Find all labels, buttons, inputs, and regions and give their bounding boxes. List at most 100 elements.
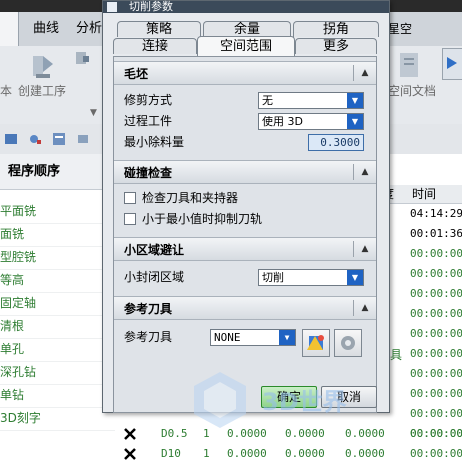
nav-item[interactable]: 等高 — [0, 269, 115, 293]
ref-tool-select[interactable]: NONE ▼ — [210, 329, 296, 346]
toolbar-icon-3[interactable] — [52, 132, 66, 146]
ipw-select[interactable]: 使用 3D ▼ — [258, 113, 364, 130]
nav-item[interactable]: 面铣 — [0, 223, 115, 247]
operation-navigator-header: 程序顺序 — [0, 154, 115, 190]
tab-containment[interactable]: 空间范围 — [197, 36, 295, 56]
create-operation-icon[interactable] — [30, 52, 56, 80]
trim-label: 修剪方式 — [124, 93, 173, 107]
time-cell: 00:00:00 — [410, 407, 462, 420]
value-2: 0.0000 — [285, 427, 325, 440]
watermark-logo — [190, 370, 250, 430]
section-ref-tool-title: 参考刀具 — [124, 302, 173, 316]
tab-strategy[interactable]: 策略 — [117, 21, 201, 37]
collapse-up-icon[interactable]: ▲ — [358, 242, 372, 256]
time-cell: 00:00:00 — [410, 327, 462, 340]
nav-item[interactable]: 型腔铣 — [0, 246, 115, 270]
ribbon-create-label[interactable]: 创建工序 — [18, 82, 66, 99]
new-tool-icon — [307, 335, 324, 350]
time-cell: 00:00:00 — [410, 367, 462, 380]
tab-stock[interactable]: 余量 — [203, 21, 291, 37]
chevron-down-icon[interactable]: ▼ — [347, 270, 363, 285]
check-holder-checkbox-row[interactable]: 检查刀具和夹持器 — [124, 189, 364, 207]
ribbon-right-label[interactable]: 空间文档 — [388, 82, 436, 99]
nav-item[interactable]: 单钻 — [0, 384, 115, 408]
trim-value: 无 — [262, 94, 273, 107]
brand-title: 星空 V6.9361 — [388, 22, 438, 70]
section-ref-tool-header[interactable]: 参考刀具 ▲ — [114, 296, 376, 320]
time-cell: 00:00:00 — [410, 347, 462, 360]
collapse-up-icon[interactable]: ▲ — [358, 301, 372, 315]
value-2: 0.0000 — [285, 447, 325, 460]
tab-corner[interactable]: 拐角 — [293, 21, 379, 37]
side-text: 具 — [390, 348, 403, 362]
ribbon-small-icon[interactable] — [74, 50, 90, 66]
tab-connect[interactable]: 连接 — [113, 38, 197, 54]
ipw-value: 使用 3D — [262, 115, 303, 128]
toolbar-icon-2[interactable] — [28, 132, 42, 146]
dialog-title: 切削参数 — [129, 0, 173, 13]
section-blank-title: 毛坯 — [124, 67, 149, 81]
time-cell: 04:14:29 — [410, 207, 462, 220]
closed-area-select[interactable]: 切削 ▼ — [258, 269, 364, 286]
tab-more[interactable]: 更多 — [295, 38, 377, 54]
row-time: 00:00:00 — [410, 427, 462, 440]
time-cell: 00:00:00 — [410, 387, 462, 400]
check-holder-checkbox[interactable] — [124, 192, 136, 204]
menu-tab-curve[interactable]: 曲线 — [26, 12, 66, 46]
min-removal-input[interactable]: 0.3000 — [308, 134, 364, 151]
section-collision-header[interactable]: 碰撞检查 ▲ — [114, 160, 376, 184]
dialog-app-icon — [107, 2, 117, 12]
nav-item[interactable]: 单孔 — [0, 338, 115, 362]
time-cell: 00:00:00 — [410, 247, 462, 260]
nav-item[interactable]: 固定轴 — [0, 292, 115, 316]
tool-name: D10 — [161, 447, 181, 460]
import-icon[interactable] — [442, 48, 462, 80]
toolbar-icon-1[interactable] — [4, 132, 18, 146]
edit-tool-button[interactable] — [334, 329, 362, 357]
collapse-up-icon[interactable]: ▲ — [358, 165, 372, 179]
min-removal-label: 最小除料量 — [124, 135, 185, 149]
section-blank-header[interactable]: 毛坯 ▲ — [114, 61, 376, 85]
cutting-parameters-dialog: 切削参数 策略 余量 拐角 连接 空间范围 更多 毛坯 ▲ 修剪方式 无 ▼ 过… — [102, 0, 390, 413]
chevron-down-icon[interactable]: ▼ — [279, 330, 295, 345]
value-3: 0.0000 — [345, 427, 385, 440]
column-header-time: 时间 — [412, 187, 437, 201]
table-row[interactable]: D0.5 1 0.0000 0.0000 0.0000 00:00:00 — [115, 424, 462, 444]
table-row[interactable]: D10 1 0.0000 0.0000 0.0000 00:00:00 — [115, 444, 462, 464]
gear-icon — [341, 336, 355, 350]
section-small-area-title: 小区域避让 — [124, 243, 185, 257]
nav-item[interactable]: 深孔钻 — [0, 361, 115, 385]
nav-item[interactable]: 3D刻字 — [0, 407, 115, 431]
closed-area-value: 切削 — [262, 271, 284, 284]
tab-content-panel: 毛坯 ▲ 修剪方式 无 ▼ 过程工件 使用 3D ▼ 最小除料量 0.3000 … — [113, 56, 377, 413]
ref-tool-label: 参考刀具 — [124, 330, 173, 344]
closed-area-label: 小封闭区域 — [124, 270, 185, 284]
toolbar-icon-4[interactable] — [76, 132, 90, 146]
check-holder-label: 检查刀具和夹持器 — [142, 191, 239, 205]
ribbon-dropdown-icon[interactable]: ▼ — [90, 108, 97, 118]
spatial-document-icon[interactable] — [396, 50, 422, 80]
tool-name: D0.5 — [161, 427, 188, 440]
menu-tab-prev[interactable] — [0, 12, 19, 46]
time-cell: 00:00:00 — [410, 267, 462, 280]
watermark-text: 3D世界 — [262, 388, 347, 416]
suppress-label: 小于最小值时抑制刀轨 — [142, 212, 263, 226]
nav-item[interactable]: 平面铣 — [0, 200, 115, 224]
new-tool-button[interactable] — [302, 329, 330, 357]
nav-item[interactable]: 清根 — [0, 315, 115, 339]
section-collision-title: 碰撞检查 — [124, 166, 173, 180]
trim-select[interactable]: 无 ▼ — [258, 92, 364, 109]
dialog-title-bar[interactable]: 切削参数 — [103, 1, 389, 13]
chevron-down-icon[interactable]: ▼ — [347, 93, 363, 108]
time-cell: 00:00:00 — [410, 287, 462, 300]
suppress-checkbox[interactable] — [124, 213, 136, 225]
ipw-label: 过程工件 — [124, 114, 173, 128]
time-cell: 00:00:00 — [410, 307, 462, 320]
navigator-column-header: 度 时间 — [380, 185, 462, 204]
suppress-checkbox-row[interactable]: 小于最小值时抑制刀轨 — [124, 210, 364, 228]
delete-icon — [123, 444, 137, 468]
collapse-up-icon[interactable]: ▲ — [358, 66, 372, 80]
chevron-down-icon[interactable]: ▼ — [347, 114, 363, 129]
section-small-area-header[interactable]: 小区域避让 ▲ — [114, 237, 376, 261]
ribbon-left-label: 本 — [0, 84, 13, 98]
